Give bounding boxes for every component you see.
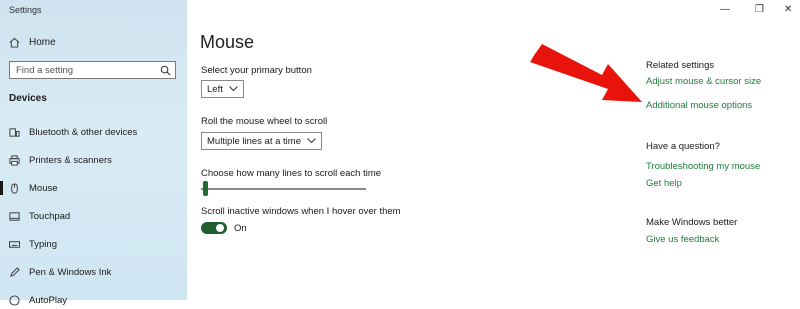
make-windows-better-heading: Make Windows better: [646, 217, 738, 228]
additional-mouse-options-link[interactable]: Additional mouse options: [646, 100, 752, 111]
sidebar-item-autoplay[interactable]: AutoPlay: [9, 291, 67, 309]
troubleshooting-link[interactable]: Troubleshooting my mouse: [646, 161, 760, 172]
sidebar-item-touchpad[interactable]: Touchpad: [9, 207, 70, 225]
home-icon: [9, 37, 20, 48]
keyboard-icon: [9, 239, 20, 250]
inactive-scroll-state: On: [234, 223, 247, 234]
home-nav-item[interactable]: Home: [9, 37, 56, 48]
sidebar: Settings Home Find a setting Devices Blu…: [0, 0, 187, 306]
lines-slider-track[interactable]: [201, 188, 366, 190]
sidebar-item-printers[interactable]: Printers & scanners: [9, 151, 112, 169]
give-feedback-link[interactable]: Give us feedback: [646, 234, 719, 245]
page-title: Mouse: [200, 32, 255, 52]
sidebar-item-label: Typing: [29, 238, 57, 250]
sidebar-item-label: Mouse: [29, 182, 58, 194]
autoplay-icon: [9, 294, 20, 306]
touchpad-icon: [9, 211, 20, 222]
mouse-icon: [9, 182, 20, 194]
sidebar-item-label: Pen & Windows Ink: [29, 266, 112, 278]
question-heading: Have a question?: [646, 141, 720, 152]
sidebar-item-typing[interactable]: Typing: [9, 235, 57, 253]
lines-slider-thumb[interactable]: [203, 181, 208, 196]
scroll-wheel-dropdown[interactable]: Multiple lines at a time: [201, 132, 322, 150]
primary-button-label: Select your primary button: [201, 65, 312, 76]
app-title: Settings: [9, 5, 42, 15]
inactive-scroll-toggle[interactable]: [201, 222, 227, 234]
close-button[interactable]: ✕: [784, 4, 792, 15]
sidebar-item-mouse[interactable]: Mouse: [0, 179, 58, 197]
printer-icon: [9, 154, 20, 166]
chevron-down-icon: [229, 86, 238, 92]
related-settings-heading: Related settings: [646, 60, 715, 71]
adjust-cursor-size-link[interactable]: Adjust mouse & cursor size: [646, 76, 761, 87]
sidebar-item-label: Printers & scanners: [29, 154, 112, 166]
bluetooth-devices-icon: [9, 127, 20, 138]
primary-button-dropdown[interactable]: Left: [201, 80, 244, 98]
home-label: Home: [29, 37, 56, 48]
get-help-link[interactable]: Get help: [646, 178, 682, 189]
sidebar-item-pen[interactable]: Pen & Windows Ink: [9, 263, 111, 281]
minimize-button[interactable]: —: [720, 4, 730, 15]
search-placeholder: Find a setting: [16, 65, 74, 76]
red-arrow-annotation: [530, 44, 642, 102]
pen-icon: [9, 266, 20, 278]
sidebar-item-bluetooth[interactable]: Bluetooth & other devices: [9, 123, 137, 141]
sidebar-item-label: Touchpad: [29, 210, 71, 222]
primary-button-value: Left: [207, 83, 223, 95]
search-input[interactable]: Find a setting: [9, 61, 176, 79]
sidebar-item-label: AutoPlay: [29, 294, 68, 306]
scroll-wheel-label: Roll the mouse wheel to scroll: [201, 116, 328, 127]
lines-slider-label: Choose how many lines to scroll each tim…: [201, 168, 382, 179]
chevron-down-icon: [307, 138, 316, 144]
maximize-button[interactable]: ❐: [755, 4, 764, 15]
scroll-wheel-value: Multiple lines at a time: [207, 135, 301, 147]
search-icon[interactable]: [160, 65, 171, 76]
toggle-knob: [216, 224, 224, 232]
inactive-scroll-label: Scroll inactive windows when I hover ove…: [201, 206, 401, 217]
sidebar-item-label: Bluetooth & other devices: [29, 126, 138, 138]
section-title: Devices: [9, 93, 47, 104]
